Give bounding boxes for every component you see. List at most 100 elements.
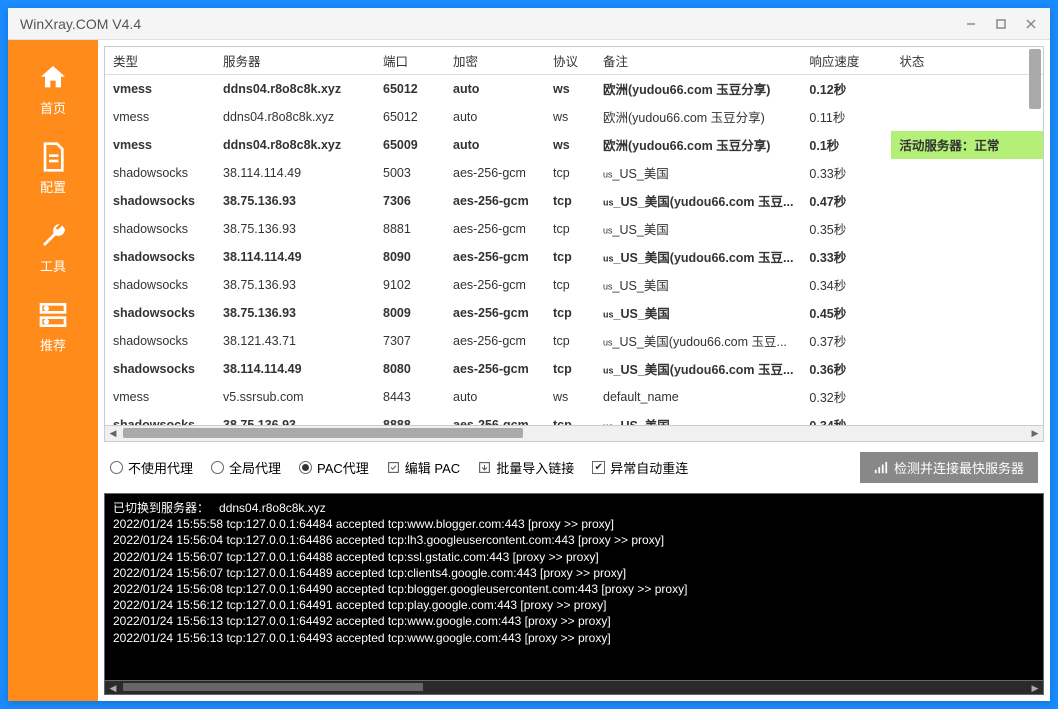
cell-status xyxy=(891,327,1043,355)
cell-server: 38.114.114.49 xyxy=(215,243,375,271)
cell-enc: aes-256-gcm xyxy=(445,159,545,187)
scrollbar-vertical[interactable] xyxy=(1029,49,1041,109)
table-row[interactable]: shadowsocks38.114.114.495003aes-256-gcmt… xyxy=(105,159,1043,187)
cell-remark: 欧洲(yudou66.com 玉豆分享) xyxy=(595,103,801,131)
cell-port: 8443 xyxy=(375,383,445,411)
sidebar-item-home[interactable]: 首页 xyxy=(8,52,98,131)
cell-proto: tcp xyxy=(545,159,595,187)
radio-icon xyxy=(211,461,224,474)
cell-port: 8080 xyxy=(375,355,445,383)
cell-type: shadowsocks xyxy=(105,355,215,383)
console-scroll-thumb[interactable] xyxy=(123,683,423,691)
scroll-right-arrow[interactable]: ▶ xyxy=(1027,681,1043,695)
sidebar-item-recommend[interactable]: 推荐 xyxy=(8,289,98,368)
console-line: 2022/01/24 15:56:08 tcp:127.0.0.1:64490 … xyxy=(113,581,1035,597)
titlebar[interactable]: WinXray.COM V4.4 xyxy=(8,8,1050,40)
table-header-row: 类型 服务器 端口 加密 协议 备注 响应速度 状态 xyxy=(105,47,1043,75)
col-speed[interactable]: 响应速度 xyxy=(801,47,891,75)
col-port[interactable]: 端口 xyxy=(375,47,445,75)
table-row[interactable]: vmessddns04.r8o8c8k.xyz65009autows欧洲(yud… xyxy=(105,131,1043,159)
maximize-button[interactable] xyxy=(994,17,1008,31)
col-remark[interactable]: 备注 xyxy=(595,47,801,75)
table-row[interactable]: shadowsocks38.75.136.937306aes-256-gcmtc… xyxy=(105,187,1043,215)
sidebar-item-label: 推荐 xyxy=(40,335,66,354)
cell-type: vmess xyxy=(105,103,215,131)
minimize-button[interactable] xyxy=(964,17,978,31)
cell-proto: tcp xyxy=(545,271,595,299)
cell-proto: ws xyxy=(545,383,595,411)
scroll-left-arrow[interactable]: ◀ xyxy=(105,426,121,440)
import-icon xyxy=(478,461,491,474)
radio-pac-proxy[interactable]: PAC代理 xyxy=(299,458,369,477)
cell-enc: aes-256-gcm xyxy=(445,411,545,427)
cell-remark: us_US_美国 xyxy=(595,215,801,243)
table-row[interactable]: shadowsocks38.75.136.939102aes-256-gcmtc… xyxy=(105,271,1043,299)
cell-remark: 欧洲(yudou66.com 玉豆分享) xyxy=(595,75,801,103)
cell-type: shadowsocks xyxy=(105,159,215,187)
col-server[interactable]: 服务器 xyxy=(215,47,375,75)
cell-port: 8009 xyxy=(375,299,445,327)
cell-speed: 0.34秒 xyxy=(801,271,891,299)
cell-status xyxy=(891,299,1043,327)
cell-server: ddns04.r8o8c8k.xyz xyxy=(215,75,375,103)
cell-port: 5003 xyxy=(375,159,445,187)
cell-enc: aes-256-gcm xyxy=(445,355,545,383)
edit-pac-button[interactable]: 编辑 PAC xyxy=(387,458,460,477)
table-row[interactable]: shadowsocks38.121.43.717307aes-256-gcmtc… xyxy=(105,327,1043,355)
cell-speed: 0.45秒 xyxy=(801,299,891,327)
cell-port: 8881 xyxy=(375,215,445,243)
auto-reconnect-checkbox[interactable]: ✔异常自动重连 xyxy=(592,458,688,477)
cell-enc: aes-256-gcm xyxy=(445,187,545,215)
table-row[interactable]: shadowsocks38.75.136.938881aes-256-gcmtc… xyxy=(105,215,1043,243)
radio-global-proxy[interactable]: 全局代理 xyxy=(211,458,281,477)
col-enc[interactable]: 加密 xyxy=(445,47,545,75)
table-row[interactable]: shadowsocks38.75.136.938888aes-256-gcmtc… xyxy=(105,411,1043,427)
cell-server: 38.75.136.93 xyxy=(215,215,375,243)
col-type[interactable]: 类型 xyxy=(105,47,215,75)
sidebar-item-tools[interactable]: 工具 xyxy=(8,210,98,289)
table-row[interactable]: vmessddns04.r8o8c8k.xyz65012autows欧洲(yud… xyxy=(105,103,1043,131)
scrollbar-horizontal-track[interactable]: ◀ ▶ xyxy=(104,426,1044,442)
cell-server: v5.ssrsub.com xyxy=(215,383,375,411)
col-proto[interactable]: 协议 xyxy=(545,47,595,75)
scroll-left-arrow[interactable]: ◀ xyxy=(105,681,121,695)
cell-remark: default_name xyxy=(595,383,801,411)
cell-remark: us_US_美国(yudou66.com 玉豆... xyxy=(595,187,801,215)
cell-proto: tcp xyxy=(545,243,595,271)
scrollbar-horizontal[interactable] xyxy=(123,428,523,438)
col-status[interactable]: 状态 xyxy=(891,47,1043,75)
cell-remark: us_US_美国 xyxy=(595,271,801,299)
batch-import-button[interactable]: 批量导入链接 xyxy=(478,458,574,477)
server-table-container[interactable]: 类型 服务器 端口 加密 协议 备注 响应速度 状态 vmessddns04.r… xyxy=(104,46,1044,426)
signal-icon xyxy=(874,461,888,475)
sidebar-item-label: 工具 xyxy=(40,256,66,275)
cell-enc: auto xyxy=(445,383,545,411)
console-line: 2022/01/24 15:56:04 tcp:127.0.0.1:64486 … xyxy=(113,532,1035,548)
close-button[interactable] xyxy=(1024,17,1038,31)
scroll-right-arrow[interactable]: ▶ xyxy=(1027,426,1043,440)
table-row[interactable]: vmessv5.ssrsub.com8443autowsdefault_name… xyxy=(105,383,1043,411)
cell-status xyxy=(891,159,1043,187)
cell-server: 38.114.114.49 xyxy=(215,159,375,187)
sidebar-item-config[interactable]: 配置 xyxy=(8,131,98,210)
cell-speed: 0.11秒 xyxy=(801,103,891,131)
cell-remark: us_US_美国(yudou66.com 玉豆... xyxy=(595,327,801,355)
console-line: 2022/01/24 15:56:13 tcp:127.0.0.1:64492 … xyxy=(113,613,1035,629)
test-connect-button[interactable]: 检测并连接最快服务器 xyxy=(860,452,1038,483)
window-controls xyxy=(964,17,1038,31)
table-row[interactable]: vmessddns04.r8o8c8k.xyz65012autows欧洲(yud… xyxy=(105,75,1043,103)
cell-proto: tcp xyxy=(545,215,595,243)
table-row[interactable]: shadowsocks38.114.114.498090aes-256-gcmt… xyxy=(105,243,1043,271)
log-console[interactable]: 已切换到服务器： ddns04.r8o8c8k.xyz 2022/01/24 1… xyxy=(104,493,1044,681)
cell-enc: aes-256-gcm xyxy=(445,243,545,271)
console-line: 2022/01/24 15:56:07 tcp:127.0.0.1:64489 … xyxy=(113,565,1035,581)
cell-port: 65009 xyxy=(375,131,445,159)
sidebar-item-label: 首页 xyxy=(40,98,66,117)
table-row[interactable]: shadowsocks38.114.114.498080aes-256-gcmt… xyxy=(105,355,1043,383)
cell-server: 38.114.114.49 xyxy=(215,355,375,383)
cell-proto: ws xyxy=(545,103,595,131)
cell-enc: aes-256-gcm xyxy=(445,271,545,299)
table-row[interactable]: shadowsocks38.75.136.938009aes-256-gcmtc… xyxy=(105,299,1043,327)
radio-no-proxy[interactable]: 不使用代理 xyxy=(110,458,193,477)
console-scrollbar-h[interactable]: ◀ ▶ xyxy=(104,681,1044,695)
